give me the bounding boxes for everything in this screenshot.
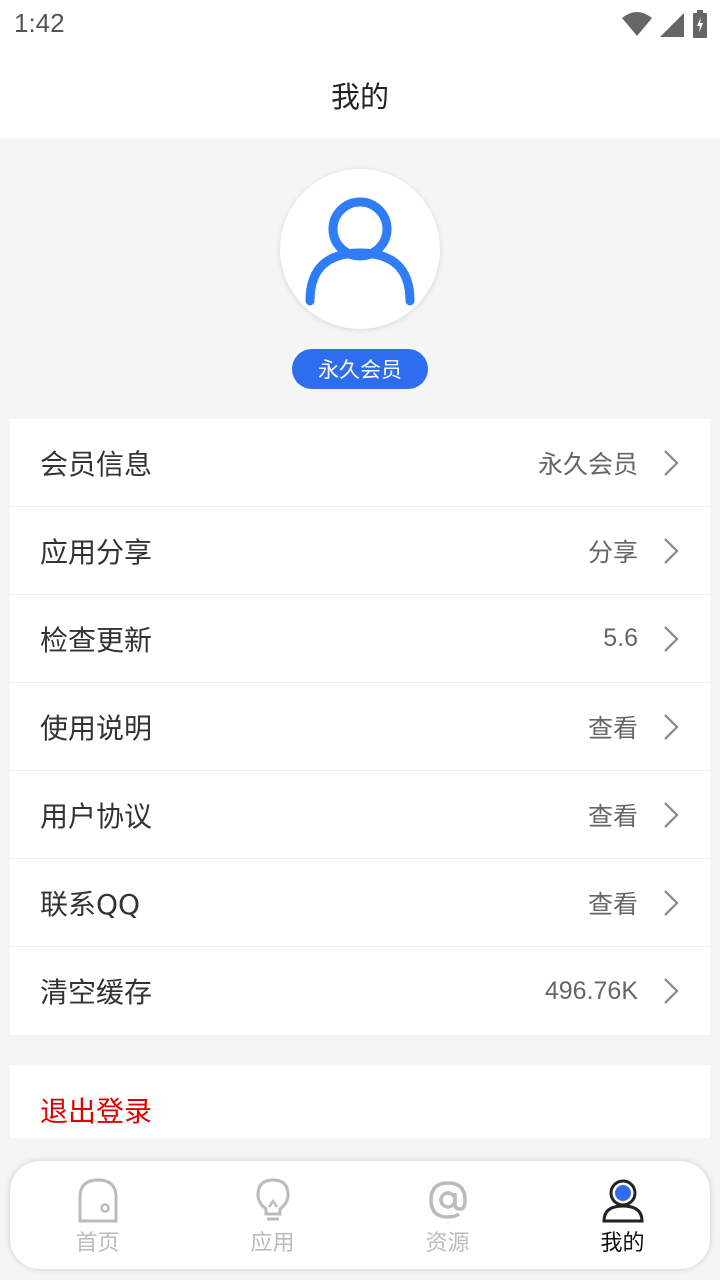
tab-label: 我的	[600, 1231, 645, 1256]
logout-label: 退出登录	[40, 1094, 153, 1128]
menu-row-member-info[interactable]: 会员信息 永久会员	[10, 419, 710, 507]
tab-label: 首页	[75, 1231, 120, 1256]
status-bar: 1:42	[0, 0, 720, 50]
status-time: 1:42	[14, 8, 65, 38]
user-avatar-icon	[305, 197, 415, 306]
chevron-right-icon	[662, 537, 680, 565]
tab-label: 应用	[250, 1231, 295, 1256]
menu-value: 496.76K	[544, 976, 638, 1005]
menu-value: 查看	[587, 890, 638, 919]
menu-label: 应用分享	[40, 535, 153, 569]
menu-label: 用户协议	[40, 799, 153, 833]
bottom-tab-bar: 首页 应用 资源 我的	[10, 1161, 710, 1269]
tab-mine[interactable]: 我的	[535, 1161, 710, 1269]
chevron-right-icon	[662, 449, 680, 477]
menu-value: 永久会员	[537, 450, 638, 479]
menu-row-check-update[interactable]: 检查更新 5.6	[10, 595, 710, 683]
page-title: 我的	[330, 79, 389, 114]
menu-row-instructions[interactable]: 使用说明 查看	[10, 683, 710, 771]
chevron-right-icon	[662, 801, 680, 829]
title-bar: 我的	[0, 50, 720, 140]
logout-button[interactable]: 退出登录	[10, 1065, 710, 1138]
chevron-right-icon	[662, 625, 680, 653]
profile-icon	[601, 1177, 645, 1223]
battery-icon	[693, 10, 707, 38]
menu-value: 分享	[587, 538, 638, 567]
tab-apps[interactable]: 应用	[185, 1161, 360, 1269]
at-icon	[426, 1177, 470, 1223]
tab-label: 资源	[425, 1231, 470, 1256]
menu-label: 联系QQ	[40, 887, 141, 921]
menu-label: 使用说明	[40, 711, 153, 745]
wifi-icon	[622, 12, 652, 36]
lightbulb-icon	[251, 1177, 295, 1223]
menu-row-share-app[interactable]: 应用分享 分享	[10, 507, 710, 595]
member-badge: 永久会员	[292, 349, 428, 389]
avatar[interactable]	[280, 169, 440, 329]
chevron-right-icon	[662, 889, 680, 917]
menu-row-clear-cache[interactable]: 清空缓存 496.76K	[10, 947, 710, 1035]
menu-value: 查看	[587, 802, 638, 831]
home-icon	[76, 1177, 120, 1223]
tab-home[interactable]: 首页	[10, 1161, 185, 1269]
menu-label: 检查更新	[40, 623, 153, 657]
tab-resources[interactable]: 资源	[360, 1161, 535, 1269]
menu-row-contact-qq[interactable]: 联系QQ 查看	[10, 859, 710, 947]
menu-label: 会员信息	[40, 447, 153, 481]
signal-icon	[660, 13, 684, 37]
menu-label: 清空缓存	[40, 976, 153, 1009]
settings-menu: 会员信息 永久会员 应用分享 分享 检查更新 5.6 使用说明 查看 用户协议 …	[10, 419, 710, 1035]
menu-row-user-agreement[interactable]: 用户协议 查看	[10, 771, 710, 859]
chevron-right-icon	[662, 713, 680, 741]
menu-value: 5.6	[603, 624, 638, 652]
status-icons	[622, 10, 708, 38]
chevron-right-icon	[662, 977, 680, 1005]
menu-value: 查看	[587, 714, 638, 743]
